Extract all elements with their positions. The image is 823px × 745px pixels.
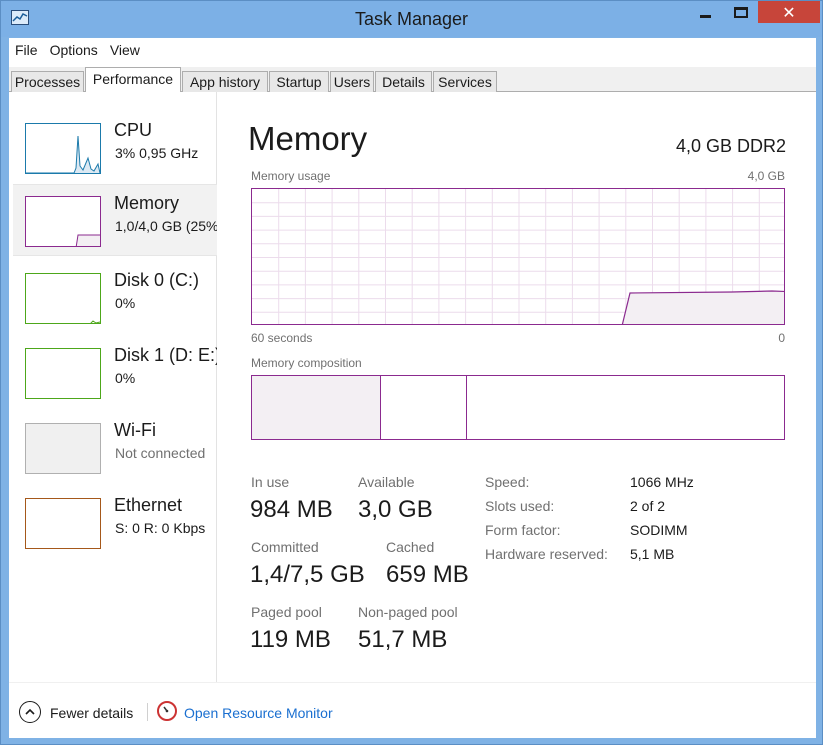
slots-used-value: 2 of 2 bbox=[630, 498, 666, 514]
disk-0-thumbnail-graph bbox=[25, 273, 101, 324]
resource-sidebar: CPU 3% 0,95 GHz Memory 1,0/4,0 GB (25%) bbox=[9, 92, 217, 682]
sidebar-item-label: Ethernet bbox=[114, 495, 183, 515]
open-resource-monitor-link[interactable]: Open Resource Monitor bbox=[184, 705, 333, 721]
sidebar-item-disk-1[interactable]: Disk 1 (D: E:) 0% bbox=[13, 337, 217, 409]
composition-in-use-segment bbox=[252, 376, 381, 439]
cached-value: 659 MB bbox=[386, 561, 469, 588]
sidebar-item-label: Disk 0 (C:) bbox=[114, 270, 199, 290]
hardware-reserved-label: Hardware reserved: bbox=[485, 546, 608, 562]
committed-label: Committed bbox=[251, 539, 319, 555]
hardware-reserved-value: 5,1 MB bbox=[630, 546, 675, 562]
paged-pool-label: Paged pool bbox=[251, 604, 322, 620]
memory-usage-label: Memory usage bbox=[251, 169, 331, 183]
menu-bar: File Options View bbox=[9, 38, 816, 62]
resource-monitor-icon[interactable] bbox=[157, 701, 177, 721]
task-manager-window: Task Manager ✕ File Options View Process… bbox=[0, 0, 823, 745]
sidebar-item-label: Disk 1 (D: E:) bbox=[114, 345, 217, 365]
close-button[interactable]: ✕ bbox=[758, 1, 820, 23]
sidebar-item-value: 3% 0,95 GHz bbox=[115, 145, 199, 161]
sidebar-item-value: S: 0 R: 0 Kbps bbox=[115, 520, 206, 536]
in-use-value: 984 MB bbox=[250, 496, 333, 523]
footer-bar: Fewer details Open Resource Monitor bbox=[9, 682, 816, 738]
menu-options[interactable]: Options bbox=[44, 38, 104, 62]
ethernet-thumbnail-graph bbox=[25, 498, 101, 549]
tab-details[interactable]: Details bbox=[375, 71, 432, 92]
sidebar-item-memory[interactable]: Memory 1,0/4,0 GB (25%) bbox=[13, 184, 217, 256]
tab-strip: Processes Performance App history Startu… bbox=[9, 67, 816, 93]
sidebar-item-label: CPU bbox=[114, 120, 153, 140]
sidebar-item-label: Memory bbox=[114, 193, 180, 213]
performance-panel: CPU 3% 0,95 GHz Memory 1,0/4,0 GB (25%) bbox=[9, 92, 816, 682]
time-axis-start-label: 60 seconds bbox=[251, 331, 313, 345]
maximize-icon bbox=[734, 6, 748, 18]
sidebar-item-cpu[interactable]: CPU 3% 0,95 GHz bbox=[13, 112, 217, 184]
sidebar-item-value: 1,0/4,0 GB (25%) bbox=[115, 218, 217, 234]
memory-spec: 4,0 GB DDR2 bbox=[675, 136, 786, 156]
in-use-label: In use bbox=[251, 474, 290, 490]
sidebar-item-wifi[interactable]: Wi-Fi Not connected bbox=[13, 412, 217, 484]
tab-processes[interactable]: Processes bbox=[11, 71, 84, 92]
memory-composition-label: Memory composition bbox=[251, 356, 362, 370]
form-factor-value: SODIMM bbox=[630, 522, 688, 538]
paged-pool-value: 119 MB bbox=[250, 626, 331, 653]
sidebar-item-value: 0% bbox=[115, 370, 136, 386]
available-label: Available bbox=[358, 474, 415, 490]
tab-performance[interactable]: Performance bbox=[85, 67, 181, 93]
slots-used-label: Slots used: bbox=[485, 498, 555, 514]
menu-file[interactable]: File bbox=[9, 38, 44, 62]
memory-thumbnail-graph bbox=[25, 196, 101, 247]
tab-services[interactable]: Services bbox=[433, 71, 497, 92]
chevron-up-icon[interactable] bbox=[19, 701, 41, 723]
fewer-details-button[interactable]: Fewer details bbox=[50, 705, 133, 721]
cached-label: Cached bbox=[386, 539, 435, 555]
speed-value: 1066 MHz bbox=[630, 474, 694, 490]
footer-divider bbox=[147, 703, 148, 721]
form-factor-label: Form factor: bbox=[485, 522, 561, 538]
available-value: 3,0 GB bbox=[358, 496, 433, 523]
committed-value: 1,4/7,5 GB bbox=[250, 561, 365, 588]
wifi-thumbnail-graph bbox=[25, 423, 101, 474]
title-bar[interactable]: Task Manager ✕ bbox=[1, 1, 822, 37]
memory-usage-graph bbox=[251, 188, 785, 325]
maximize-button[interactable] bbox=[727, 1, 755, 23]
tab-startup[interactable]: Startup bbox=[269, 71, 329, 92]
composition-modified-segment bbox=[381, 376, 467, 439]
sidebar-item-value: 0% bbox=[115, 295, 136, 311]
sidebar-item-disk-0[interactable]: Disk 0 (C:) 0% bbox=[13, 262, 217, 334]
minimize-button[interactable] bbox=[691, 1, 719, 23]
menu-view[interactable]: View bbox=[104, 38, 146, 62]
non-paged-pool-label: Non-paged pool bbox=[358, 604, 458, 620]
minimize-icon bbox=[699, 14, 711, 18]
sidebar-item-value: Not connected bbox=[115, 445, 206, 461]
disk-1-thumbnail-graph bbox=[25, 348, 101, 399]
non-paged-pool-value: 51,7 MB bbox=[358, 626, 448, 653]
tab-app-history[interactable]: App history bbox=[182, 71, 268, 92]
page-title: Memory bbox=[248, 120, 368, 157]
time-axis-end-label: 0 bbox=[778, 331, 785, 345]
close-icon: ✕ bbox=[782, 2, 796, 22]
client-area: File Options View Processes Performance … bbox=[9, 38, 816, 738]
sidebar-item-ethernet[interactable]: Ethernet S: 0 R: 0 Kbps bbox=[13, 487, 217, 559]
memory-composition-bar bbox=[251, 375, 785, 440]
cpu-thumbnail-graph bbox=[25, 123, 101, 174]
sidebar-item-label: Wi-Fi bbox=[114, 420, 156, 440]
memory-usage-max: 4,0 GB bbox=[747, 169, 785, 183]
speed-label: Speed: bbox=[485, 474, 530, 490]
tab-users[interactable]: Users bbox=[330, 71, 374, 92]
memory-detail-pane: Memory 4,0 GB DDR2 Memory usage 4,0 GB 6… bbox=[218, 92, 816, 682]
